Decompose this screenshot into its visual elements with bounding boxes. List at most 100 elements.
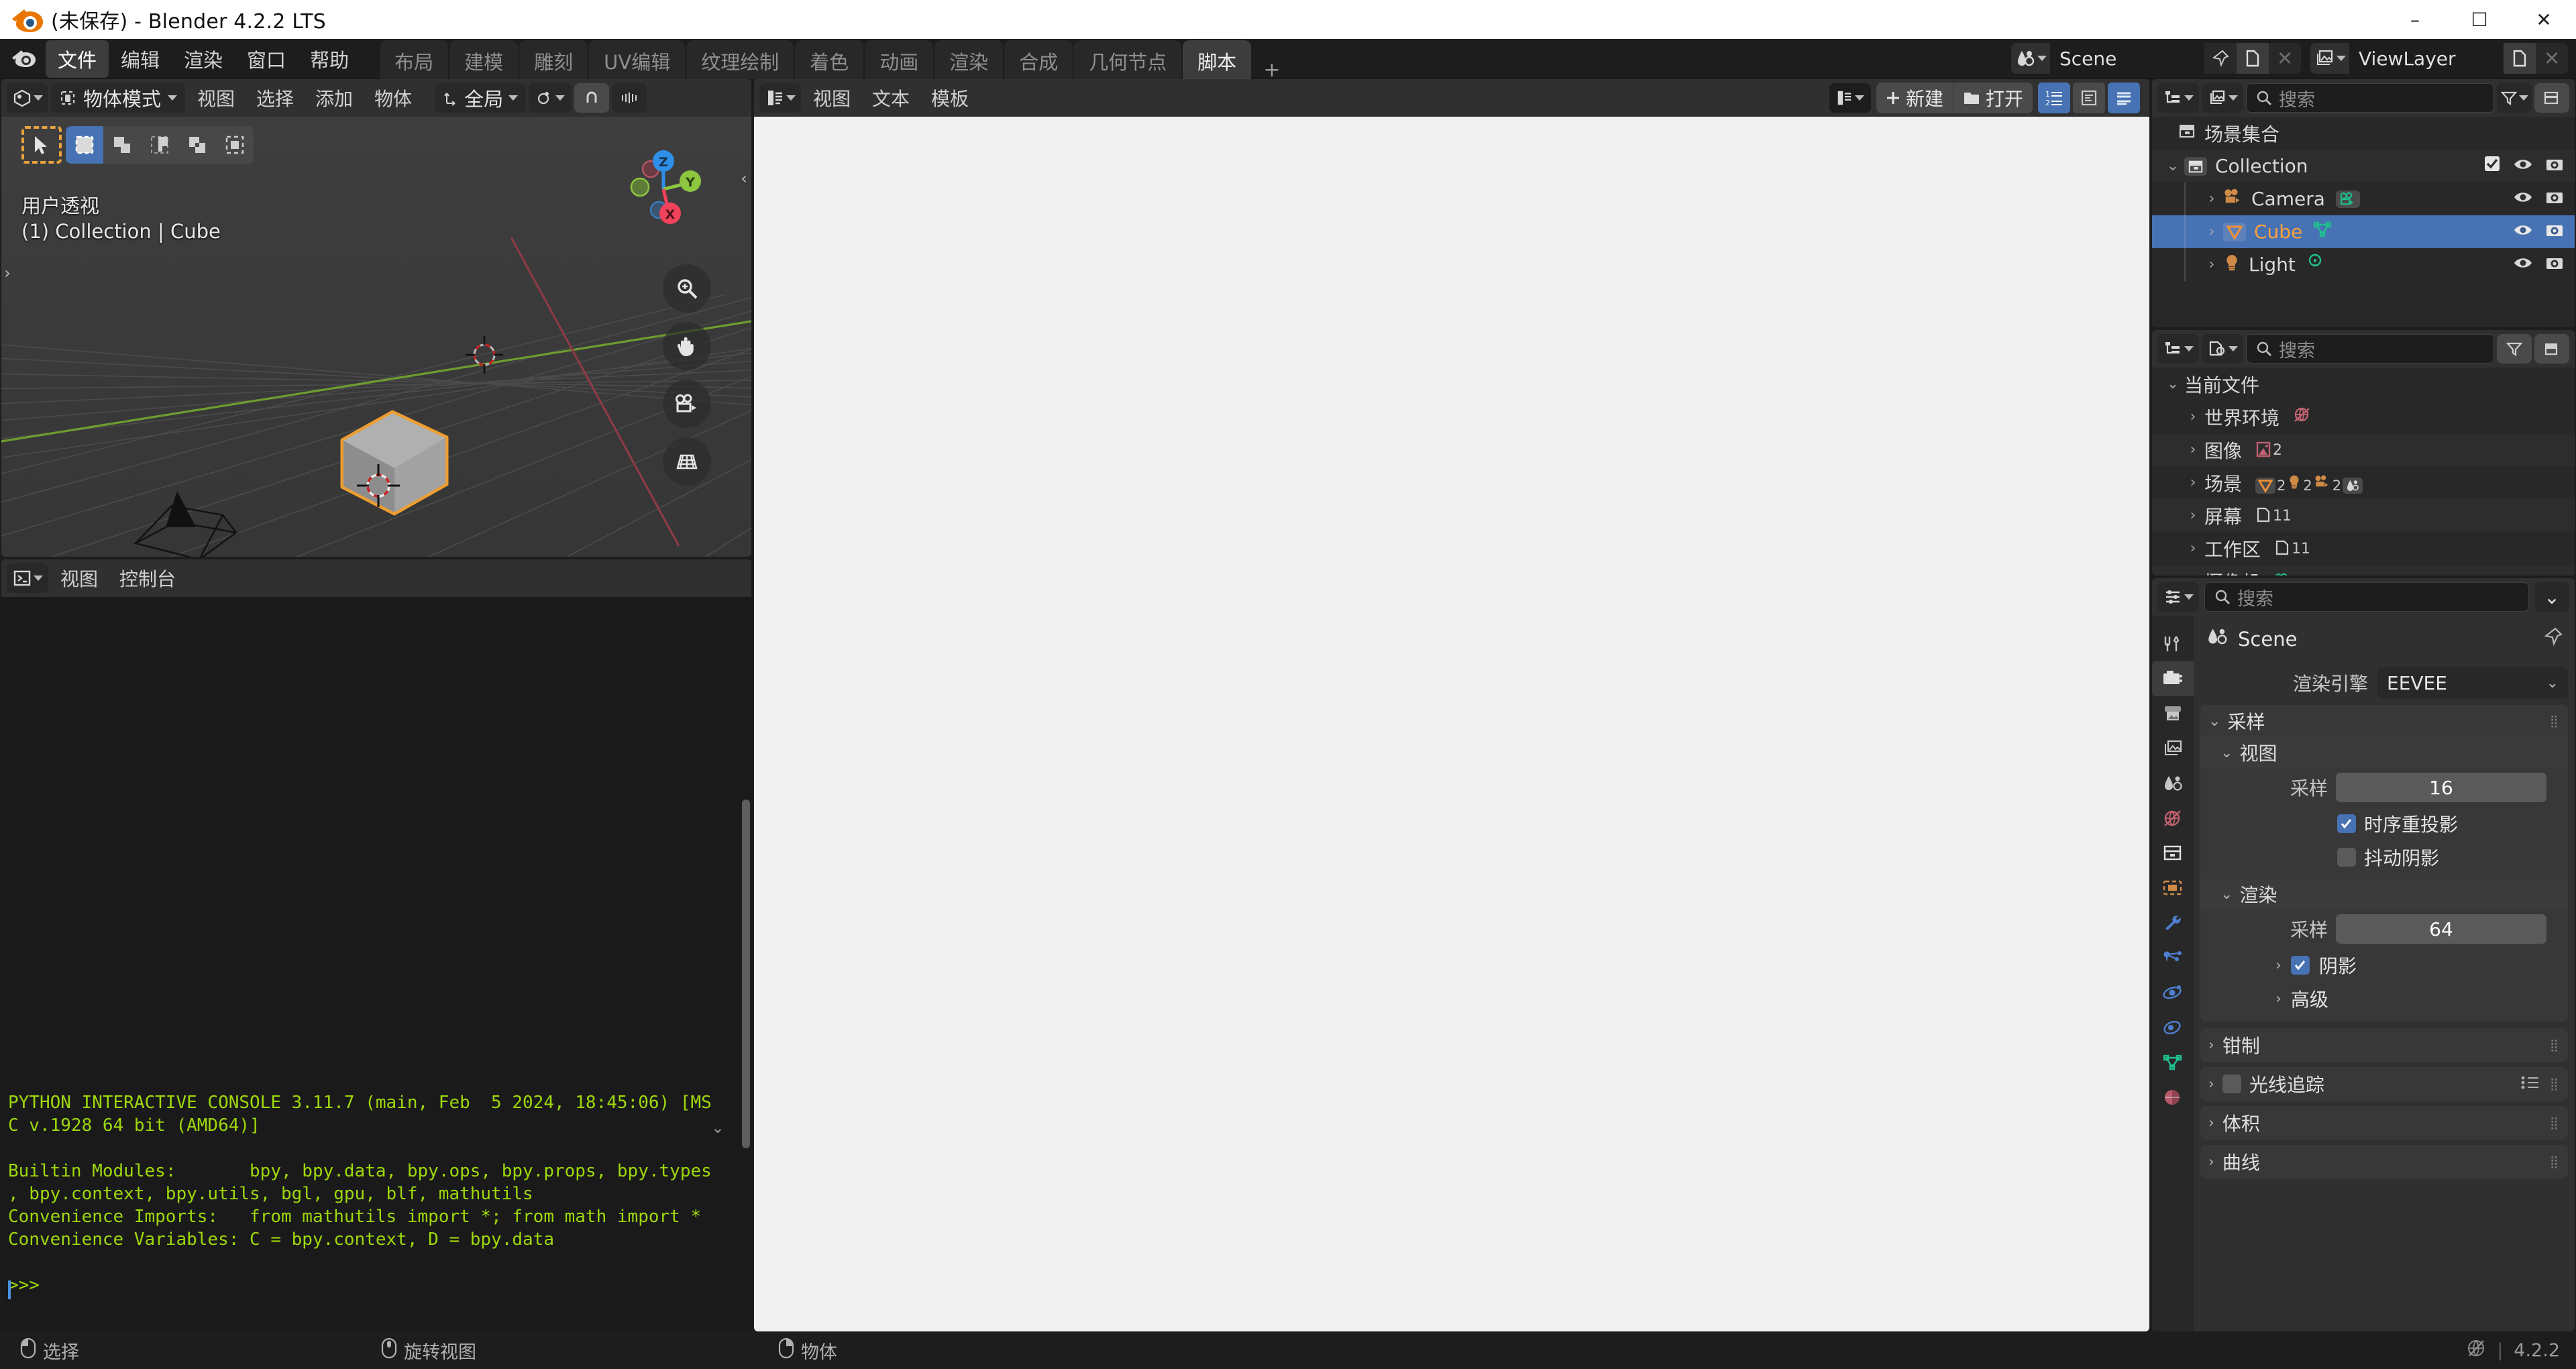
- properties-options-chevron-icon[interactable]: ⌄: [2534, 582, 2569, 612]
- expand-chevron-icon[interactable]: ›: [2182, 540, 2204, 557]
- render-camera-icon[interactable]: [2545, 221, 2564, 243]
- clamping-panel[interactable]: › 钳制 ⣿: [2200, 1028, 2568, 1062]
- viewlayer-name[interactable]: ViewLayer: [2349, 43, 2504, 74]
- blender-file-filter-icon[interactable]: [2497, 334, 2532, 364]
- editor-type-3dview-icon[interactable]: [7, 83, 48, 113]
- checkbox-icon[interactable]: [2337, 848, 2356, 867]
- viewport-menu-add[interactable]: 添加: [306, 81, 362, 115]
- snap-target-icon[interactable]: [612, 83, 647, 113]
- blender-file-row-workspaces[interactable]: › 工作区 11: [2152, 532, 2575, 565]
- sampling-panel-header[interactable]: ⌄ 采样 ⣿: [2200, 705, 2568, 737]
- blender-file-body[interactable]: ⌄ 当前文件 › 世界环境 › 图像 2 › 场景 2 2 2 › 屏幕 11 …: [2152, 368, 2575, 576]
- pin-icon[interactable]: [2544, 627, 2563, 651]
- scene-selector[interactable]: Scene ✕: [2011, 43, 2301, 74]
- orthographic-grid-icon[interactable]: [663, 437, 711, 486]
- blender-file-row-cameras[interactable]: › 摄像机: [2152, 565, 2575, 576]
- editor-type-text-icon[interactable]: [759, 83, 801, 113]
- console-menu-console[interactable]: 控制台: [110, 561, 185, 595]
- checkbox-icon[interactable]: [2290, 956, 2310, 975]
- workspace-tab-geometry-nodes[interactable]: 几何节点: [1074, 40, 1182, 83]
- properties-tab-constraint[interactable]: [2152, 1010, 2194, 1045]
- outliner-row-scene-collection[interactable]: 场景集合: [2152, 117, 2575, 150]
- delete-viewlayer-icon[interactable]: ✕: [2536, 43, 2568, 74]
- editor-type-outliner-icon[interactable]: [2157, 334, 2199, 364]
- workspace-tab-scripting[interactable]: 脚本: [1183, 40, 1252, 83]
- expand-chevron-icon[interactable]: ›: [2182, 474, 2204, 491]
- scene-name[interactable]: Scene: [2050, 43, 2204, 74]
- editor-type-properties-icon[interactable]: [2157, 582, 2199, 612]
- outliner-display-mode-icon[interactable]: [2202, 83, 2243, 113]
- expand-chevron-icon[interactable]: ›: [2182, 408, 2204, 425]
- properties-tab-viewlayer[interactable]: [2152, 731, 2194, 766]
- outliner-row-camera[interactable]: › Camera: [2152, 182, 2575, 215]
- expand-chevron-icon[interactable]: ›: [2200, 223, 2223, 240]
- delete-scene-icon[interactable]: ✕: [2269, 43, 2301, 74]
- editor-type-console-icon[interactable]: [7, 563, 48, 593]
- volumes-panel[interactable]: › 体积 ⣿: [2200, 1106, 2568, 1140]
- select-new-icon[interactable]: [66, 126, 103, 164]
- menu-file[interactable]: 文件: [46, 40, 109, 78]
- text-menu-view[interactable]: 视图: [804, 81, 860, 115]
- expand-chevron-icon[interactable]: ⌄: [2161, 158, 2184, 174]
- zoom-icon[interactable]: [663, 264, 711, 313]
- console-collapse-chevron-icon[interactable]: ⌄: [711, 1118, 724, 1137]
- open-text-button[interactable]: 打开: [1952, 83, 2033, 113]
- expand-chevron-icon[interactable]: ›: [2182, 507, 2204, 524]
- navigation-gizmo[interactable]: Z Y X: [613, 141, 714, 241]
- transform-orientation-dropdown[interactable]: 全局: [435, 83, 527, 113]
- workspace-tab-animation[interactable]: 动画: [865, 40, 934, 83]
- menu-help[interactable]: 帮助: [298, 40, 361, 78]
- properties-tab-scene[interactable]: [2152, 766, 2194, 801]
- new-viewlayer-icon[interactable]: [2504, 43, 2536, 74]
- viewlayer-selector[interactable]: ViewLayer ✕: [2310, 43, 2568, 74]
- select-extend-icon[interactable]: [103, 126, 141, 164]
- viewport-menu-object[interactable]: 物体: [365, 81, 421, 115]
- properties-tab-material[interactable]: [2152, 1080, 2194, 1115]
- drag-dots-icon[interactable]: ⣿: [2550, 1116, 2560, 1130]
- properties-tab-tool[interactable]: [2152, 626, 2194, 661]
- workspace-tab-shading[interactable]: 着色: [795, 40, 864, 83]
- outliner-row-collection[interactable]: ⌄ Collection: [2152, 150, 2575, 182]
- select-difference-icon[interactable]: [178, 126, 216, 164]
- blender-file-collection-icon[interactable]: [2534, 334, 2569, 364]
- close-button[interactable]: ✕: [2512, 0, 2576, 39]
- properties-search-input[interactable]: 搜索: [2204, 582, 2529, 612]
- maximize-button[interactable]: ☐: [2447, 0, 2512, 39]
- render-camera-icon[interactable]: [2545, 155, 2564, 177]
- word-wrap-icon[interactable]: [2108, 83, 2140, 113]
- blender-file-display-mode-icon[interactable]: [2202, 334, 2243, 364]
- workspace-tab-texture-paint[interactable]: 纹理绘制: [686, 40, 794, 83]
- viewport-sidebar-toggle-left[interactable]: ›: [1, 254, 16, 292]
- outliner-new-collection-icon[interactable]: [2534, 83, 2569, 113]
- workspace-tab-compositing[interactable]: 合成: [1004, 40, 1073, 83]
- drag-dots-icon[interactable]: ⣿: [2550, 714, 2560, 728]
- workspace-tab-sculpting[interactable]: 雕刻: [519, 40, 588, 83]
- expand-chevron-icon[interactable]: ›: [2200, 190, 2223, 207]
- properties-tab-object[interactable]: [2152, 871, 2194, 906]
- checkbox-icon[interactable]: [2483, 155, 2501, 177]
- camera-data-icon[interactable]: [2335, 190, 2360, 208]
- select-tool-icon[interactable]: [21, 126, 62, 164]
- light-data-icon[interactable]: [2306, 254, 2324, 276]
- checkbox-icon[interactable]: [2222, 1075, 2241, 1093]
- viewport-menu-view[interactable]: 视图: [188, 81, 244, 115]
- expand-chevron-icon[interactable]: ›: [2182, 573, 2204, 576]
- eye-icon[interactable]: [2513, 188, 2533, 210]
- checkbox-icon[interactable]: [2337, 814, 2356, 833]
- blender-file-search-input[interactable]: 搜索: [2246, 334, 2494, 364]
- text-datablock-icon[interactable]: [1829, 83, 1871, 113]
- eye-icon[interactable]: [2513, 221, 2533, 243]
- viewport-sidebar-toggle-right[interactable]: ‹: [735, 160, 751, 197]
- outliner-search-input[interactable]: 搜索: [2246, 83, 2494, 113]
- select-subtract-icon[interactable]: [141, 126, 178, 164]
- workspace-tab-modeling[interactable]: 建模: [449, 40, 519, 83]
- properties-tab-world[interactable]: [2152, 801, 2194, 836]
- workspace-tab-uv-editing[interactable]: UV编辑: [589, 40, 686, 83]
- workspace-tab-rendering[interactable]: 渲染: [934, 40, 1004, 83]
- new-scene-icon[interactable]: [2237, 43, 2269, 74]
- workspace-tab-layout[interactable]: 布局: [380, 40, 449, 83]
- text-editor-body[interactable]: [754, 117, 2149, 1331]
- outliner-row-cube[interactable]: › Cube: [2152, 215, 2575, 248]
- advanced-row[interactable]: › 高级: [2200, 982, 2568, 1022]
- properties-tab-data[interactable]: [2152, 1045, 2194, 1080]
